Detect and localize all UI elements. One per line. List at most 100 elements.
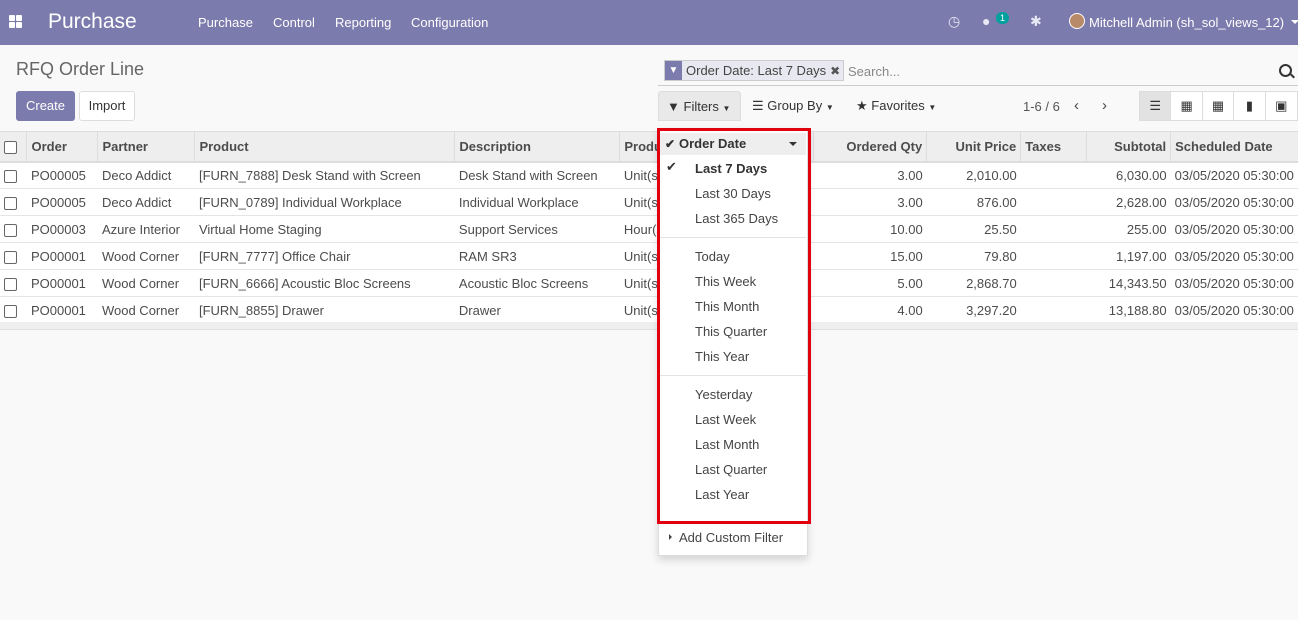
column-unit-price[interactable]: Unit Price	[926, 131, 1022, 163]
cell-product: Virtual Home Staging	[194, 215, 455, 243]
row-checkbox[interactable]	[0, 188, 27, 216]
column-taxes[interactable]: Taxes	[1020, 131, 1088, 163]
favorites-button[interactable]: ★ Favorites ▼	[848, 91, 944, 121]
chevron-left-icon[interactable]: ‹	[1074, 97, 1079, 114]
app-title[interactable]: Purchase	[48, 10, 137, 34]
column-ordered-qty[interactable]: Ordered Qty	[813, 131, 928, 163]
cell-partner: Azure Interior	[97, 215, 195, 243]
cell-description: Drawer	[454, 296, 620, 324]
user-menu[interactable]: Mitchell Admin (sh_sol_views_12)	[1089, 15, 1284, 30]
pager-value[interactable]: 1-6 / 6	[1023, 99, 1060, 114]
cell-partner: Wood Corner	[97, 296, 195, 324]
cell-product: [FURN_7777] Office Chair	[194, 242, 455, 270]
menu-reporting[interactable]: Reporting	[335, 15, 391, 30]
table-row[interactable]: PO00005 Deco Addict [FURN_0789] Individu…	[0, 188, 1298, 216]
select-all-checkbox[interactable]	[0, 131, 28, 163]
cell-product: [FURN_6666] Acoustic Bloc Screens	[194, 269, 455, 297]
cell-partner: Deco Addict	[97, 188, 195, 216]
cell-partner: Deco Addict	[97, 161, 195, 189]
filters-button[interactable]: ▼ Filters ▼	[658, 91, 741, 121]
bars-icon: ☰	[752, 98, 764, 113]
table-footer	[0, 322, 1298, 330]
row-checkbox[interactable]	[0, 269, 27, 297]
search-input[interactable]: Search...	[848, 64, 900, 79]
chevron-down-icon: ▼	[825, 103, 834, 112]
column-description[interactable]: Description	[454, 131, 621, 163]
cell-qty: 3.00	[813, 188, 927, 216]
chat-badge: 1	[996, 12, 1010, 24]
cell-qty: 5.00	[813, 269, 927, 297]
cell-price: 876.00	[926, 188, 1021, 216]
facet-label: Order Date: Last 7 Days	[686, 63, 827, 78]
cell-taxes	[1020, 242, 1087, 270]
graph-view-icon[interactable]: ▮	[1234, 92, 1266, 120]
table-row[interactable]: PO00005 Deco Addict [FURN_7888] Desk Sta…	[0, 161, 1298, 189]
cell-price: 2,010.00	[926, 161, 1021, 189]
cell-order: PO00001	[26, 269, 98, 297]
column-partner[interactable]: Partner	[97, 131, 196, 163]
apps-menu-icon[interactable]	[9, 15, 22, 28]
pivot-view-icon[interactable]: ▦	[1203, 92, 1235, 120]
chat-icon[interactable]: ●	[982, 13, 990, 29]
avatar[interactable]	[1069, 13, 1085, 29]
cell-qty: 10.00	[813, 215, 927, 243]
cell-price: 3,297.20	[926, 296, 1021, 324]
list-view-icon[interactable]: ☰	[1140, 92, 1172, 120]
column-scheduled-date[interactable]: Scheduled Date	[1170, 131, 1298, 163]
cell-price: 79.80	[926, 242, 1021, 270]
group-by-label: Group By	[767, 98, 823, 113]
close-icon[interactable]: ✖	[830, 64, 843, 78]
cell-description: Desk Stand with Screen	[454, 161, 620, 189]
calendar-view-icon[interactable]: ▣	[1266, 92, 1297, 120]
clock-icon[interactable]: ◷	[948, 13, 960, 30]
menu-configuration[interactable]: Configuration	[411, 15, 488, 30]
kanban-view-icon[interactable]: ▦	[1171, 92, 1203, 120]
row-checkbox[interactable]	[0, 242, 27, 270]
row-checkbox[interactable]	[0, 161, 27, 189]
group-by-button[interactable]: ☰ Group By ▼	[744, 91, 842, 121]
bug-icon[interactable]: ✱	[1030, 13, 1042, 30]
table-row[interactable]: PO00001 Wood Corner [FURN_7777] Office C…	[0, 242, 1298, 270]
column-order[interactable]: Order	[26, 131, 99, 163]
order-lines-table: Order Partner Product Description Produ …	[0, 131, 1298, 324]
user-chevron-down-icon[interactable]	[1291, 20, 1298, 24]
cell-description: Individual Workplace	[454, 188, 620, 216]
cell-partner: Wood Corner	[97, 269, 195, 297]
cell-order: PO00005	[26, 188, 98, 216]
menu-control[interactable]: Control	[273, 15, 315, 30]
cell-subtotal: 1,197.00	[1086, 242, 1171, 270]
cell-product: [FURN_0789] Individual Workplace	[194, 188, 455, 216]
cell-description: Support Services	[454, 215, 620, 243]
row-checkbox[interactable]	[0, 215, 27, 243]
view-switcher: ☰ ▦ ▦ ▮ ▣	[1139, 91, 1298, 121]
row-checkbox[interactable]	[0, 296, 27, 324]
cell-subtotal: 2,628.00	[1086, 188, 1171, 216]
cell-price: 2,868.70	[926, 269, 1021, 297]
top-navbar: Purchase Purchase Control Reporting Conf…	[0, 0, 1298, 45]
table-header: Order Partner Product Description Produ …	[0, 131, 1298, 163]
column-subtotal[interactable]: Subtotal	[1086, 131, 1172, 163]
table-row[interactable]: PO00001 Wood Corner [FURN_8855] Drawer D…	[0, 296, 1298, 324]
cell-taxes	[1020, 215, 1087, 243]
cell-date: 03/05/2020 05:30:00	[1170, 242, 1298, 270]
cell-qty: 3.00	[813, 161, 927, 189]
cell-subtotal: 255.00	[1086, 215, 1171, 243]
import-button[interactable]: Import	[79, 91, 135, 121]
cell-description: Acoustic Bloc Screens	[454, 269, 620, 297]
cell-subtotal: 14,343.50	[1086, 269, 1171, 297]
add-custom-filter-button[interactable]: Add Custom Filter	[679, 530, 783, 545]
chevron-right-icon	[669, 534, 672, 540]
column-product[interactable]: Product	[194, 131, 456, 163]
menu-purchase[interactable]: Purchase	[198, 15, 253, 30]
cell-order: PO00001	[26, 242, 98, 270]
create-button[interactable]: Create	[16, 91, 75, 121]
table-row[interactable]: PO00001 Wood Corner [FURN_6666] Acoustic…	[0, 269, 1298, 297]
cell-partner: Wood Corner	[97, 242, 195, 270]
star-icon: ★	[856, 98, 868, 113]
chevron-right-icon[interactable]: ›	[1102, 97, 1107, 114]
filters-label: Filters	[683, 99, 719, 114]
table-row[interactable]: PO00003 Azure Interior Virtual Home Stag…	[0, 215, 1298, 243]
search-icon[interactable]	[1279, 64, 1292, 77]
search-bar[interactable]: ▼ Order Date: Last 7 Days ✖ Search...	[658, 56, 1298, 86]
chevron-down-icon: ▼	[928, 103, 937, 112]
